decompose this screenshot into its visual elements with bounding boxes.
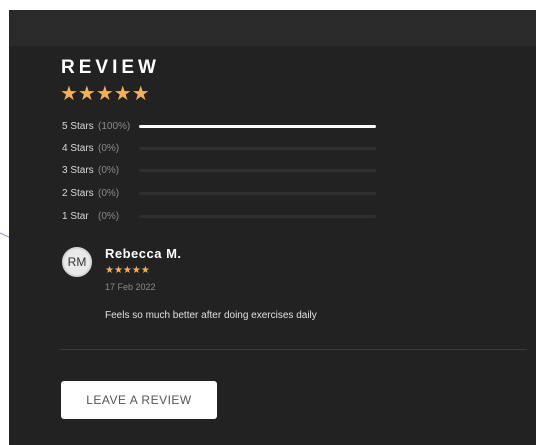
leave-review-button[interactable]: LEAVE A REVIEW [61,381,217,419]
rating-row-3: 3 Stars (0%) [62,163,392,177]
rating-percent: (0%) [98,142,120,154]
rating-label: 1 Star [62,210,89,222]
rating-label: 3 Stars [62,164,94,176]
rating-label: 2 Stars [62,187,94,199]
overall-rating-stars: ★★★★★ [60,83,150,105]
review-text: Feels so much better after doing exercis… [105,310,317,321]
divider [60,349,527,350]
rating-percent: (0%) [98,210,120,222]
review-date: 17 Feb 2022 [105,282,156,292]
rating-percent: (0%) [98,187,120,199]
rating-row-1: 1 Star (0%) [62,209,392,223]
review-stars: ★★★★★ [105,265,150,276]
rating-label: 4 Stars [62,142,94,154]
reviewer-name: Rebecca M. [105,246,182,261]
section-title: REVIEW [61,57,160,78]
rating-bar-track [139,169,376,172]
reviewer-avatar: RM [62,247,92,277]
rating-percent: (100%) [98,120,131,132]
rating-row-4: 4 Stars (0%) [62,141,392,155]
rating-row-2: 2 Stars (0%) [62,186,392,200]
rating-label: 5 Stars [62,120,94,132]
rating-bar-fill [139,125,376,128]
rating-bar-track [139,215,376,218]
rating-bar-track [139,192,376,195]
rating-bar-track [139,147,376,150]
rating-bar-track [139,125,376,128]
top-bar [9,10,536,46]
rating-row-5: 5 Stars (100%) [62,119,392,133]
rating-percent: (0%) [98,164,120,176]
